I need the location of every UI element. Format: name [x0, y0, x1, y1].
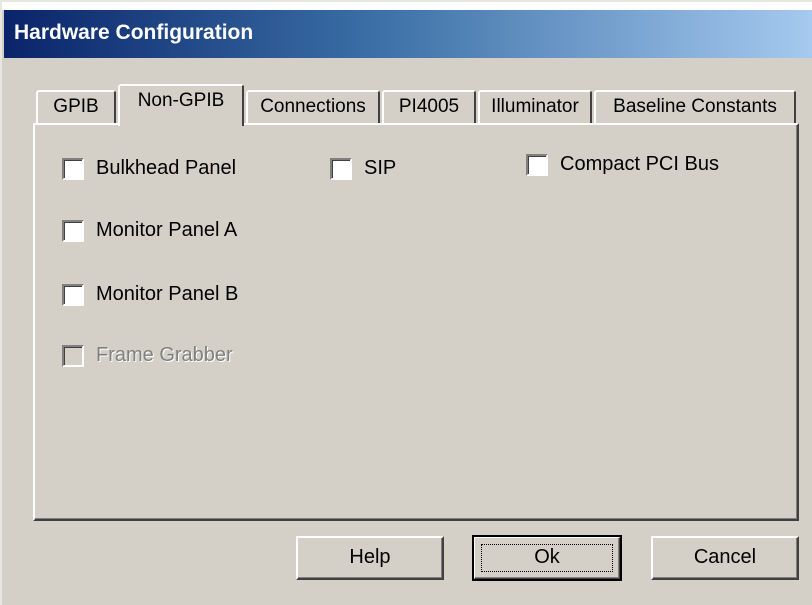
checkbox-label[interactable]: Monitor Panel A [96, 219, 237, 242]
sip-checkbox[interactable]: SIP [330, 157, 396, 180]
tab-gpib[interactable]: GPIB [36, 90, 116, 124]
checkbox-box[interactable] [62, 283, 84, 306]
checkbox-box [62, 344, 84, 367]
tab-baseline-constants[interactable]: Baseline Constants [594, 90, 796, 124]
checkbox-label[interactable]: SIP [364, 157, 396, 180]
checkbox-box[interactable] [526, 153, 548, 176]
top-margin [2, 2, 812, 10]
checkbox-box[interactable] [330, 157, 352, 180]
ok-button[interactable]: Ok [472, 535, 622, 581]
cancel-button[interactable]: Cancel [651, 536, 799, 580]
bulkhead-panel-checkbox[interactable]: Bulkhead Panel [62, 157, 236, 180]
checkbox-box[interactable] [62, 219, 84, 242]
hardware-configuration-dialog: Hardware Configuration GPIB Non-GPIB Con… [0, 0, 812, 605]
tab-non-gpib[interactable]: Non-GPIB [118, 84, 244, 126]
help-button[interactable]: Help [296, 536, 444, 580]
window-title: Hardware Configuration [14, 21, 254, 44]
monitor-panel-b-checkbox[interactable]: Monitor Panel B [62, 283, 238, 306]
checkbox-label: Frame Grabber [96, 344, 233, 366]
tab-connections[interactable]: Connections [246, 90, 380, 124]
tab-illuminator[interactable]: Illuminator [478, 90, 592, 124]
tab-pi4005[interactable]: PI4005 [382, 90, 476, 124]
title-bar[interactable]: Hardware Configuration [4, 10, 812, 58]
compact-pci-bus-checkbox[interactable]: Compact PCI Bus [526, 153, 719, 176]
focus-rectangle [481, 544, 613, 572]
checkbox-box[interactable] [62, 157, 84, 180]
checkbox-label[interactable]: Monitor Panel B [96, 283, 238, 306]
frame-grabber-checkbox: Frame Grabber [62, 344, 233, 367]
checkbox-label[interactable]: Bulkhead Panel [96, 157, 236, 180]
checkbox-label[interactable]: Compact PCI Bus [560, 153, 719, 176]
tab-panel-non-gpib [33, 123, 799, 521]
monitor-panel-a-checkbox[interactable]: Monitor Panel A [62, 219, 237, 242]
